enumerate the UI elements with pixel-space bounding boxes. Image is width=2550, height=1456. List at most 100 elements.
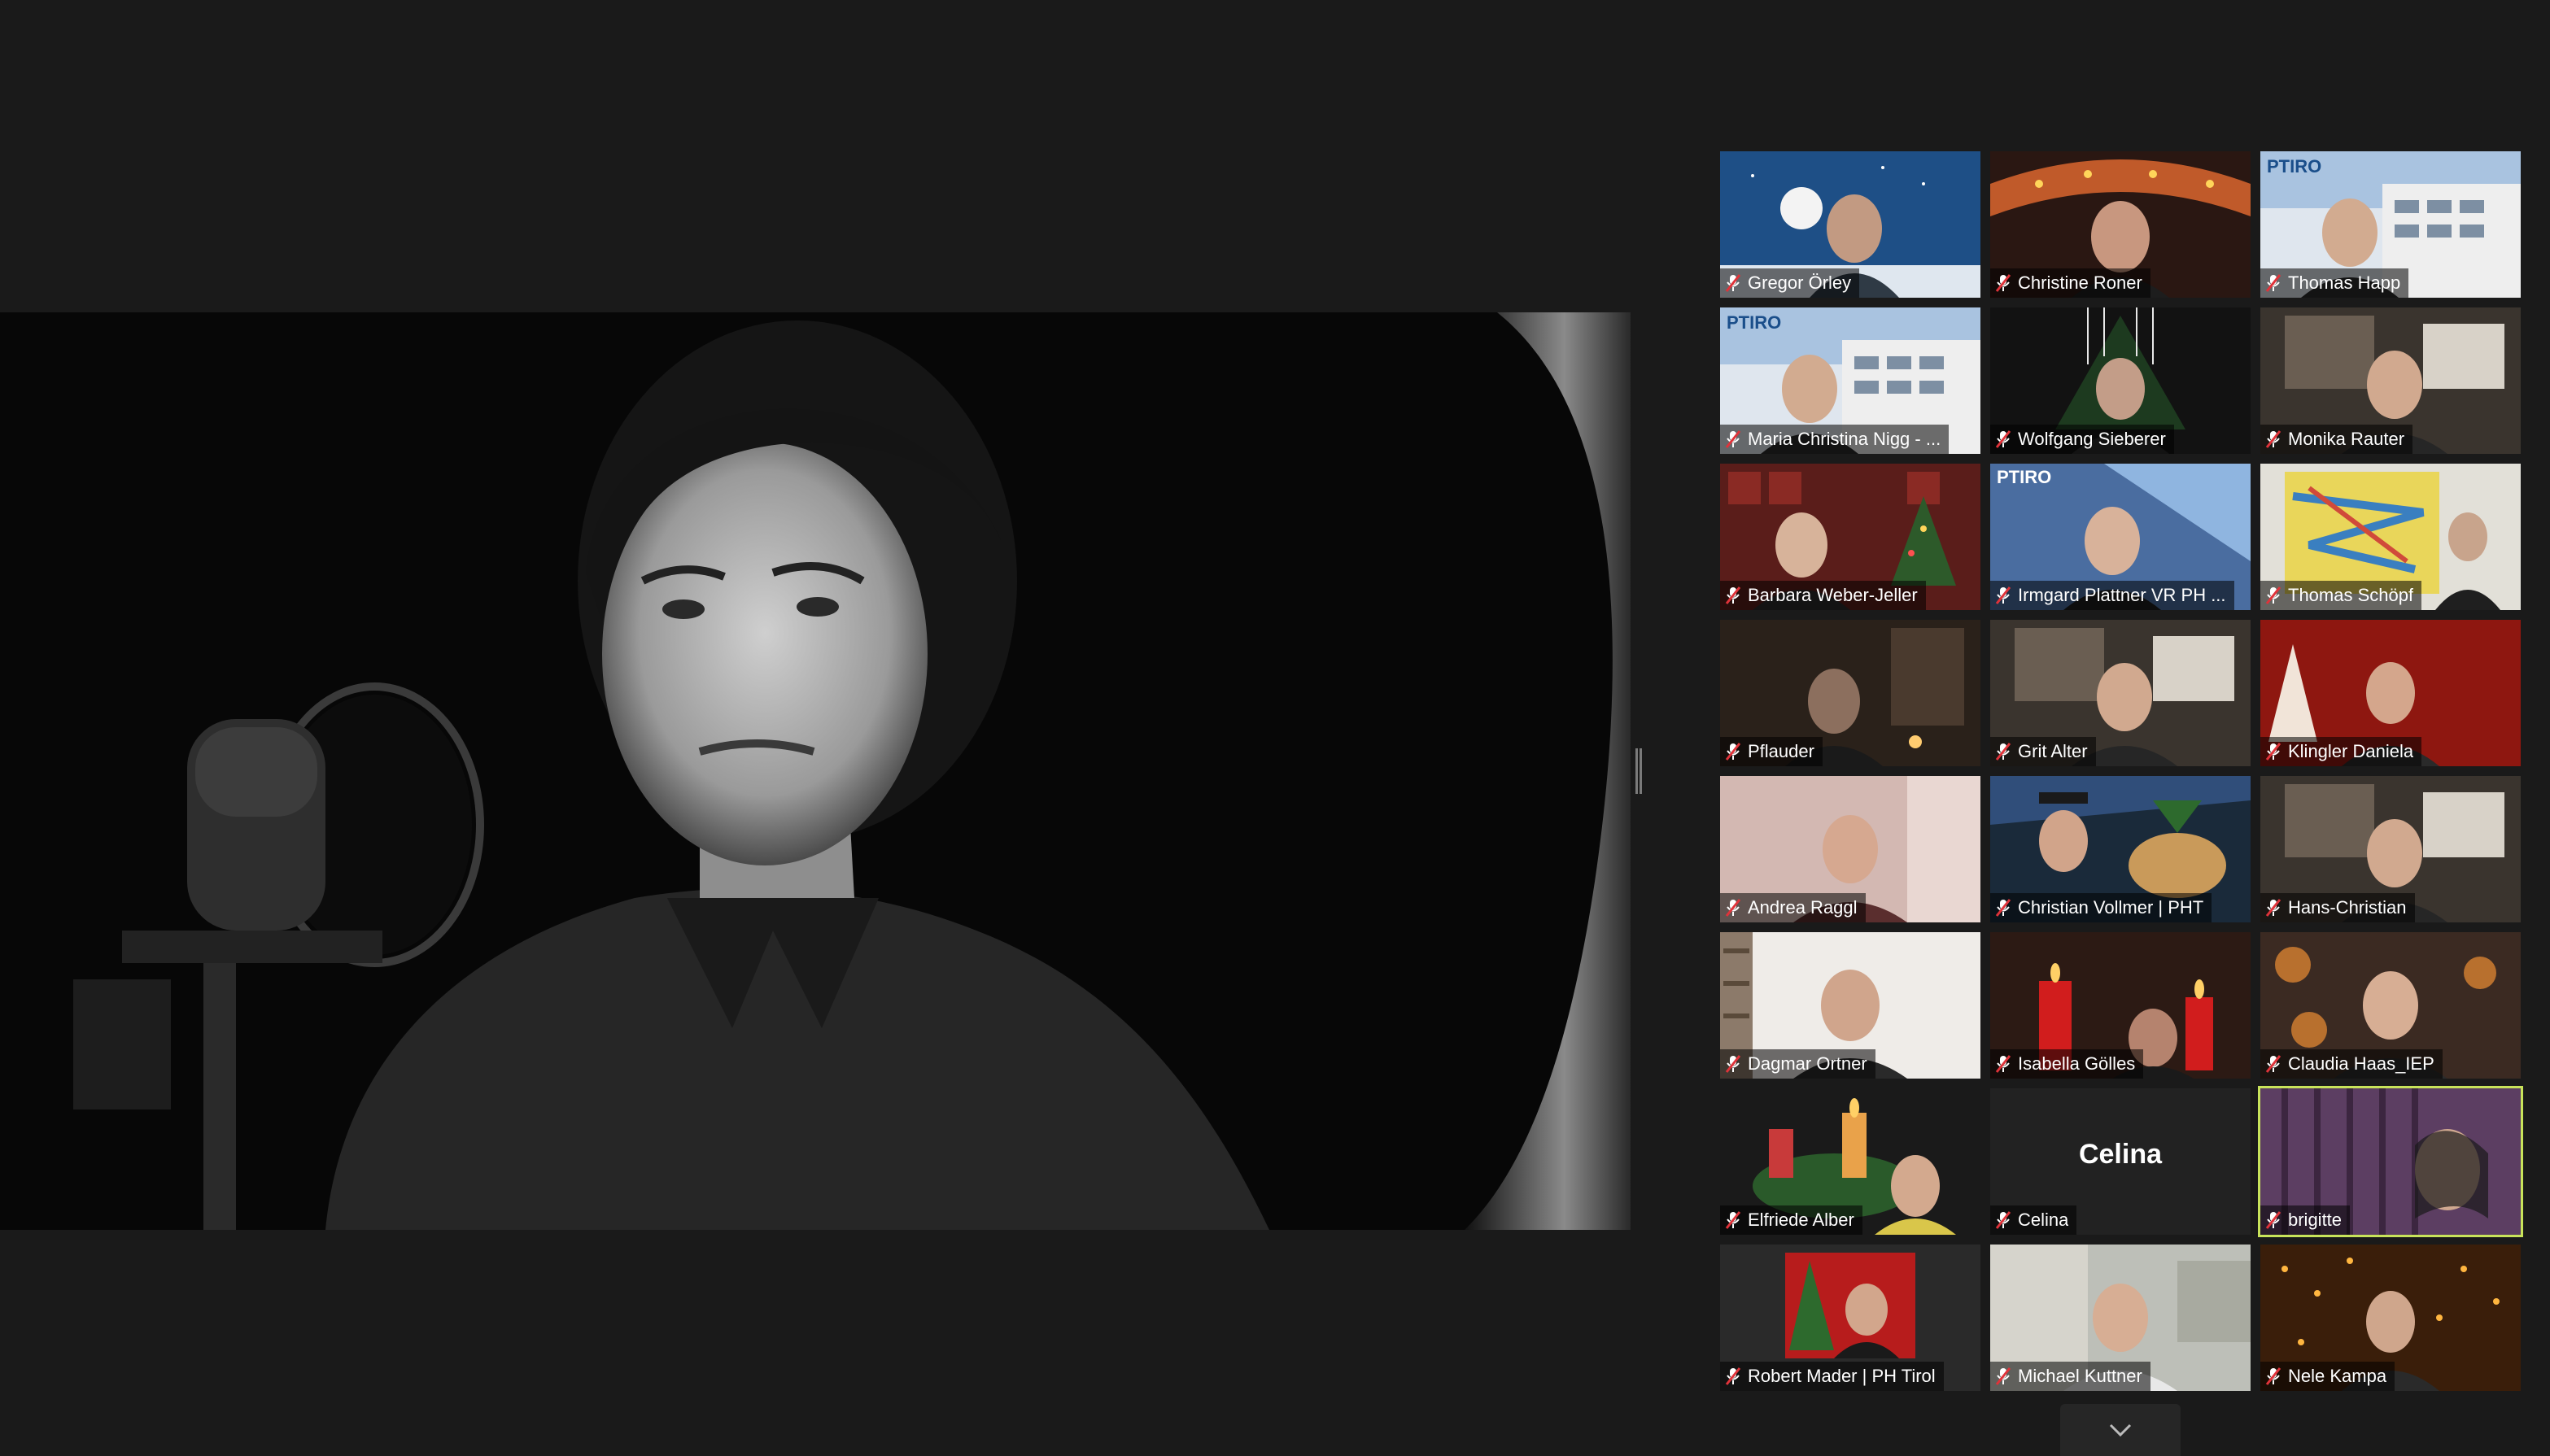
participant-tile[interactable]: Klingler Daniela [2260, 620, 2521, 766]
participant-name-bar: Irmgard Plattner VR PH ... [1990, 581, 2234, 610]
muted-mic-icon [2265, 1055, 2281, 1073]
participant-tile[interactable]: Celina Celina [1990, 1088, 2251, 1235]
participant-name: Andrea Raggl [1748, 897, 1858, 918]
participant-name: Barbara Weber-Jeller [1748, 585, 1918, 605]
participant-name-bar: Elfriede Alber [1720, 1205, 1862, 1235]
scroll-more-button[interactable] [2060, 1404, 2181, 1456]
participant-name-bar: Klingler Daniela [2260, 737, 2422, 766]
participant-tile[interactable]: Christine Roner [1990, 151, 2251, 298]
participant-name-bar: Maria Christina Nigg - ... [1720, 425, 1950, 454]
participant-name-bar: Thomas Happ [2260, 268, 2409, 298]
participant-name: Grit Alter [2018, 741, 2088, 761]
muted-mic-icon [1725, 586, 1741, 604]
participant-name-bar: Claudia Haas_IEP [2260, 1049, 2443, 1079]
participant-name-bar: Dagmar Ortner [1720, 1049, 1875, 1079]
participant-name-bar: Michael Kuttner [1990, 1362, 2150, 1391]
muted-mic-icon [2265, 430, 2281, 448]
participant-tile[interactable]: PTIRO Maria Christina Nigg - ... [1720, 307, 1980, 454]
participant-tile[interactable]: Elfriede Alber [1720, 1088, 1980, 1235]
participant-tile[interactable]: Nele Kampa [2260, 1245, 2521, 1391]
muted-mic-icon [2265, 586, 2281, 604]
muted-mic-icon [1995, 1367, 2011, 1385]
participant-tile[interactable]: PTIRO Thomas Happ [2260, 151, 2521, 298]
muted-mic-icon [2265, 1367, 2281, 1385]
muted-mic-icon [1995, 899, 2011, 917]
participant-name-bar: Celina [1990, 1205, 2077, 1235]
participant-name: Pflauder [1748, 741, 1814, 761]
participant-name: Christine Roner [2018, 272, 2142, 293]
participant-name-bar: Grit Alter [1990, 737, 2096, 766]
muted-mic-icon [2265, 743, 2281, 761]
participant-name-bar: Isabella Gölles [1990, 1049, 2144, 1079]
participant-name: brigitte [2288, 1210, 2343, 1230]
participant-name: Robert Mader | PH Tirol [1748, 1366, 1936, 1386]
participant-tile[interactable]: Hans-Christian [2260, 776, 2521, 922]
participant-name: Thomas Happ [2288, 272, 2401, 293]
participant-tile[interactable]: Monika Rauter [2260, 307, 2521, 454]
participant-name: Gregor Örley [1748, 272, 1852, 293]
shared-video-stage[interactable] [0, 312, 1631, 1230]
muted-mic-icon [2265, 274, 2281, 292]
participant-name-bar: Christine Roner [1990, 268, 2150, 298]
participant-name-bar: Robert Mader | PH Tirol [1720, 1362, 1944, 1391]
participant-tile[interactable]: PTIRO Irmgard Plattner VR PH ... [1990, 464, 2251, 610]
muted-mic-icon [1995, 430, 2011, 448]
muted-mic-icon [1725, 1055, 1741, 1073]
participant-name-bar: Gregor Örley [1720, 268, 1860, 298]
muted-mic-icon [1995, 1055, 2011, 1073]
participant-tile[interactable]: Robert Mader | PH Tirol [1720, 1245, 1980, 1391]
participant-name: Elfriede Alber [1748, 1210, 1854, 1230]
participant-name: Christian Vollmer | PHT [2018, 897, 2204, 918]
participant-gallery: Gregor Örley Christine Roner PTIRO Thomas H… [1720, 151, 2524, 1393]
participant-tile[interactable]: Dagmar Ortner [1720, 932, 1980, 1079]
participant-name: Thomas Schöpf [2288, 585, 2414, 605]
muted-mic-icon [1725, 430, 1741, 448]
muted-mic-icon [1725, 743, 1741, 761]
participant-tile[interactable]: Isabella Gölles [1990, 932, 2251, 1079]
participant-name-bar: Christian Vollmer | PHT [1990, 893, 2212, 922]
participant-name-bar: Andrea Raggl [1720, 893, 1866, 922]
muted-mic-icon [2265, 1211, 2281, 1229]
participant-name: Wolfgang Sieberer [2018, 429, 2166, 449]
participant-tile[interactable]: Grit Alter [1990, 620, 2251, 766]
participant-tile[interactable]: Christian Vollmer | PHT [1990, 776, 2251, 922]
participant-name-bar: Monika Rauter [2260, 425, 2413, 454]
participant-name: Dagmar Ortner [1748, 1053, 1867, 1074]
muted-mic-icon [1995, 743, 2011, 761]
participant-name-bar: Nele Kampa [2260, 1362, 2395, 1391]
participant-name-bar: Thomas Schöpf [2260, 581, 2422, 610]
participant-name-bar: Wolfgang Sieberer [1990, 425, 2174, 454]
muted-mic-icon [1725, 1211, 1741, 1229]
participant-name-bar: brigitte [2260, 1205, 2351, 1235]
participant-name: Hans-Christian [2288, 897, 2407, 918]
participant-tile[interactable]: Barbara Weber-Jeller [1720, 464, 1980, 610]
participant-tile[interactable]: Gregor Örley [1720, 151, 1980, 298]
participant-display-name: Celina [2078, 1139, 2163, 1170]
participant-name: Irmgard Plattner VR PH ... [2018, 585, 2226, 605]
participant-name-bar: Barbara Weber-Jeller [1720, 581, 1926, 610]
muted-mic-icon [1995, 274, 2011, 292]
participant-name: Isabella Gölles [2018, 1053, 2136, 1074]
participant-tile[interactable]: Wolfgang Sieberer [1990, 307, 2251, 454]
muted-mic-icon [1725, 899, 1741, 917]
svg-text:PTIRO: PTIRO [1997, 467, 2051, 487]
svg-text:PTIRO: PTIRO [2267, 156, 2321, 177]
participant-tile[interactable]: Andrea Raggl [1720, 776, 1980, 922]
participant-tile[interactable]: Michael Kuttner [1990, 1245, 2251, 1391]
participant-tile[interactable]: Pflauder [1720, 620, 1980, 766]
participant-name: Nele Kampa [2288, 1366, 2387, 1386]
muted-mic-icon [1995, 586, 2011, 604]
participant-name: Klingler Daniela [2288, 741, 2414, 761]
muted-mic-icon [1995, 1211, 2011, 1229]
participant-tile[interactable]: Thomas Schöpf [2260, 464, 2521, 610]
participant-name-bar: Pflauder [1720, 737, 1823, 766]
panel-splitter-handle[interactable] [1635, 748, 1642, 794]
muted-mic-icon [1725, 1367, 1741, 1385]
participant-tile[interactable]: Claudia Haas_IEP [2260, 932, 2521, 1079]
svg-text:PTIRO: PTIRO [1727, 312, 1781, 333]
muted-mic-icon [2265, 899, 2281, 917]
chevron-down-icon [2109, 1423, 2132, 1437]
participant-name: Claudia Haas_IEP [2288, 1053, 2434, 1074]
participant-tile[interactable]: brigitte [2258, 1086, 2523, 1237]
participant-name: Maria Christina Nigg - ... [1748, 429, 1941, 449]
